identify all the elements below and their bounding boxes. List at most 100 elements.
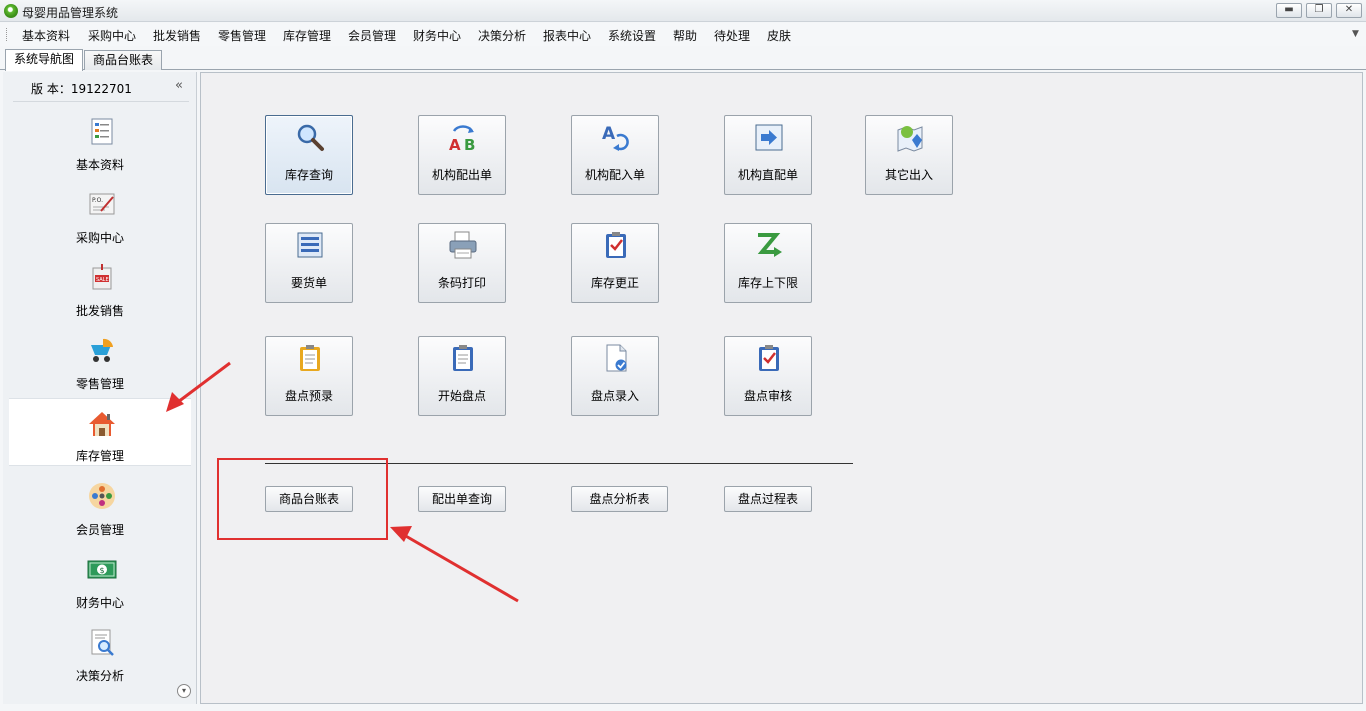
inventory-limits-button[interactable]: 库存上下限 <box>724 223 812 303</box>
tile-label: 机构配出单 <box>431 168 492 182</box>
other-in-out-button[interactable]: 其它出入 <box>865 115 953 195</box>
menu-inventory[interactable]: 库存管理 <box>283 27 331 44</box>
clipboard-yellow-icon <box>300 345 320 371</box>
transfer-out-button[interactable]: A B 机构配出单 <box>418 115 506 195</box>
svg-text:$: $ <box>100 566 105 575</box>
magnifier-icon <box>297 124 324 151</box>
menu-decision[interactable]: 决策分析 <box>478 27 526 44</box>
map-pin-icon <box>897 126 923 152</box>
stroller-icon <box>91 338 113 362</box>
sidebar-item-label: 零售管理 <box>75 377 124 391</box>
menu-overflow-icon[interactable]: ▼ <box>1352 29 1359 39</box>
sidebar-item-label: 决策分析 <box>75 669 124 683</box>
inventory-query-button[interactable]: 库存查询 <box>265 115 353 195</box>
sidebar-item-purchase[interactable]: P.O. 采购中心 <box>9 183 191 251</box>
menu-help[interactable]: 帮助 <box>673 27 697 44</box>
main-panel: 库存查询 A B 机构配出单 A 机构配入单 机构直配单 其它出入 要货单 条码… <box>200 72 1363 704</box>
sidebar-item-decision[interactable]: 决策分析 <box>9 621 191 689</box>
tile-label: 开始盘点 <box>437 389 486 403</box>
highlight-box <box>217 458 388 540</box>
tile-label: 要货单 <box>290 276 327 290</box>
sidebar: 版 本：19122701 « 基本资料 P.O. 采购中心 SALE 批发销售 <box>3 72 197 704</box>
svg-text:B: B <box>464 136 475 152</box>
menu-bar: 基本资料 采购中心 批发销售 零售管理 库存管理 会员管理 财务中心 决策分析 … <box>0 23 1366 46</box>
sidebar-item-label: 批发销售 <box>75 304 124 318</box>
direct-transfer-button[interactable]: 机构直配单 <box>724 115 812 195</box>
sidebar-item-label: 基本资料 <box>75 158 124 172</box>
stocktake-analysis-button[interactable]: 盘点分析表 <box>571 486 668 512</box>
z-arrow-icon <box>757 233 782 257</box>
svg-text:A: A <box>602 124 616 144</box>
requisition-button[interactable]: 要货单 <box>265 223 353 303</box>
menu-settings[interactable]: 系统设置 <box>608 27 656 44</box>
document-list-icon <box>91 118 113 145</box>
menu-skin[interactable]: 皮肤 <box>767 27 791 44</box>
sidebar-item-basic-data[interactable]: 基本资料 <box>9 110 191 178</box>
tile-label: 机构直配单 <box>737 168 798 182</box>
sidebar-item-label: 采购中心 <box>75 231 124 245</box>
title-bar: 母婴用品管理系统 ▬ ❐ ✕ <box>0 0 1366 22</box>
tile-label: 条码打印 <box>437 276 486 290</box>
menu-members[interactable]: 会员管理 <box>348 27 396 44</box>
scroll-down-icon[interactable]: ▾ <box>177 684 191 698</box>
sidebar-item-label: 会员管理 <box>75 523 124 537</box>
tile-label: 库存查询 <box>284 168 333 182</box>
tile-label: 其它出入 <box>884 168 933 182</box>
menu-pending[interactable]: 待处理 <box>714 27 750 44</box>
start-stocktake-button[interactable]: 开始盘点 <box>418 336 506 416</box>
printer-icon <box>449 231 477 259</box>
version-label: 版 本：19122701 <box>31 82 132 96</box>
svg-text:A: A <box>449 136 461 152</box>
document-check-icon <box>606 344 627 372</box>
sidebar-item-label: 财务中心 <box>75 596 124 610</box>
svg-text:P.O.: P.O. <box>92 197 103 204</box>
stocktake-audit-button[interactable]: 盘点审核 <box>724 336 812 416</box>
stocktake-entry-button[interactable]: 盘点录入 <box>571 336 659 416</box>
app-logo-icon <box>4 4 18 18</box>
purchase-order-icon: P.O. <box>89 193 115 215</box>
clipboard-check-icon <box>606 232 626 258</box>
sidebar-item-finance[interactable]: $ 财务中心 <box>9 548 191 616</box>
transfer-in-button[interactable]: A 机构配入单 <box>571 115 659 195</box>
menu-basic-data[interactable]: 基本资料 <box>22 27 70 44</box>
minimize-button[interactable]: ▬ <box>1276 3 1302 18</box>
stocktake-prerecord-button[interactable]: 盘点预录 <box>265 336 353 416</box>
menu-purchase[interactable]: 采购中心 <box>88 27 136 44</box>
tile-label: 机构配入单 <box>584 168 645 182</box>
tile-label: 库存更正 <box>590 276 639 290</box>
sidebar-item-inventory[interactable]: 库存管理 <box>9 398 191 466</box>
menu-grip <box>6 28 8 41</box>
sale-bag-icon: SALE <box>92 264 112 290</box>
menu-finance[interactable]: 财务中心 <box>413 27 461 44</box>
stocktake-process-button[interactable]: 盘点过程表 <box>724 486 812 512</box>
close-button[interactable]: ✕ <box>1336 3 1362 18</box>
clipboard-blue-icon <box>453 345 473 371</box>
members-icon <box>89 483 115 509</box>
sidebar-item-members[interactable]: 会员管理 <box>9 475 191 543</box>
tile-label: 库存上下限 <box>737 276 798 290</box>
svg-text:SALE: SALE <box>96 277 109 283</box>
export-icon <box>755 124 783 151</box>
sidebar-item-retail[interactable]: 零售管理 <box>9 329 191 397</box>
tile-label: 盘点预录 <box>284 389 333 403</box>
tab-navigation-map[interactable]: 系统导航图 <box>5 49 84 71</box>
ab-swap-icon: A B <box>449 125 475 152</box>
tab-product-ledger[interactable]: 商品台账表 <box>84 50 163 70</box>
menu-reports[interactable]: 报表中心 <box>543 27 591 44</box>
form-list-icon <box>297 232 323 258</box>
analysis-icon <box>91 629 114 656</box>
clipboard-audit-icon <box>759 345 779 371</box>
a-return-icon: A <box>602 124 629 151</box>
collapse-sidebar-icon[interactable]: « <box>175 78 183 93</box>
window-title: 母婴用品管理系统 <box>22 6 119 20</box>
divider <box>13 101 189 102</box>
menu-wholesale[interactable]: 批发销售 <box>153 27 201 44</box>
sidebar-item-wholesale[interactable]: SALE 批发销售 <box>9 256 191 324</box>
sidebar-item-label: 库存管理 <box>75 449 124 463</box>
transfer-out-query-button[interactable]: 配出单查询 <box>418 486 506 512</box>
barcode-print-button[interactable]: 条码打印 <box>418 223 506 303</box>
tile-label: 盘点录入 <box>590 389 639 403</box>
menu-retail[interactable]: 零售管理 <box>218 27 266 44</box>
maximize-button[interactable]: ❐ <box>1306 3 1332 18</box>
inventory-correction-button[interactable]: 库存更正 <box>571 223 659 303</box>
